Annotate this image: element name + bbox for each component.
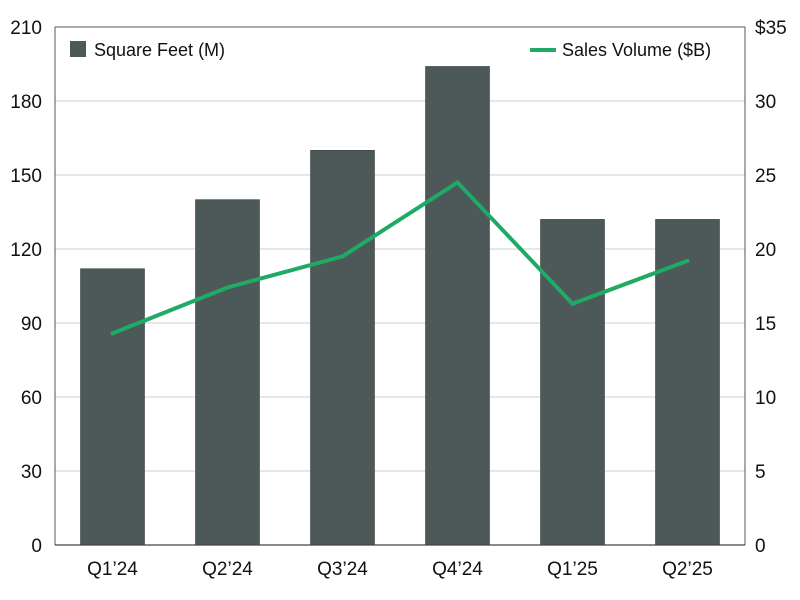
x-tick-label: Q2’24 — [202, 559, 253, 580]
legend-bar-swatch — [70, 41, 86, 57]
x-tick-label: Q2’25 — [662, 559, 713, 580]
line-point — [455, 180, 460, 185]
right-tick-label: 10 — [755, 388, 776, 409]
left-axis: 0 30 60 90 120 150 180 210 — [10, 18, 42, 557]
line-point — [340, 254, 345, 259]
line-point — [570, 301, 575, 306]
left-tick-label: 60 — [21, 388, 42, 409]
line-point — [225, 285, 230, 290]
right-axis: 0 5 10 15 20 25 30 $35 — [755, 18, 787, 557]
line-point — [685, 258, 690, 263]
legend-line: Sales Volume ($B) — [530, 40, 711, 60]
right-tick-label: 30 — [755, 92, 776, 113]
left-tick-label: 90 — [21, 314, 42, 335]
right-tick-label: $35 — [755, 18, 787, 39]
left-tick-label: 150 — [10, 166, 42, 187]
right-tick-label: 25 — [755, 166, 776, 187]
bar — [310, 150, 375, 546]
x-tick-label: Q4’24 — [432, 559, 483, 580]
chart: 0 30 60 90 120 150 180 210 0 5 10 15 20 25 30 $35 Q1’2… — [10, 18, 787, 580]
bar — [80, 268, 145, 546]
x-tick-label: Q3’24 — [317, 559, 368, 580]
x-tick-label: Q1’25 — [547, 559, 598, 580]
gridlines — [55, 100, 745, 472]
x-tick-label: Q1’24 — [87, 559, 138, 580]
legend-bar-label: Square Feet (M) — [94, 40, 225, 60]
right-tick-label: 5 — [755, 462, 766, 483]
bar — [425, 66, 490, 546]
bar — [540, 219, 605, 546]
line-point — [110, 331, 115, 336]
right-tick-label: 15 — [755, 314, 776, 335]
left-tick-label: 120 — [10, 240, 42, 261]
x-axis: Q1’24 Q2’24 Q3’24 Q4’24 Q1’25 Q2’25 — [87, 559, 713, 580]
bar — [195, 199, 260, 546]
legend-line-label: Sales Volume ($B) — [562, 40, 711, 60]
right-tick-label: 20 — [755, 240, 776, 261]
right-tick-label: 0 — [755, 536, 766, 557]
legend-bar: Square Feet (M) — [70, 40, 225, 60]
left-tick-label: 0 — [31, 536, 42, 557]
left-tick-label: 30 — [21, 462, 42, 483]
left-tick-label: 210 — [10, 18, 42, 39]
left-tick-label: 180 — [10, 92, 42, 113]
